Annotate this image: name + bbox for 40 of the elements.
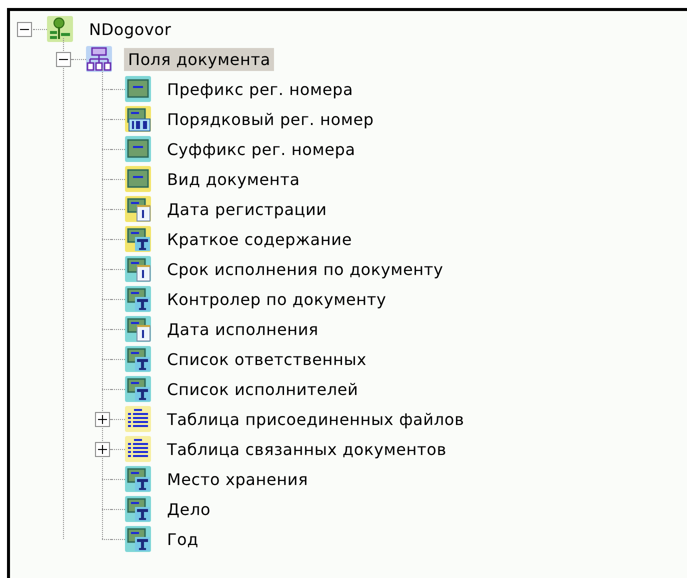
tree-item[interactable]: Краткое содержание xyxy=(163,228,356,250)
collapse-button[interactable] xyxy=(56,52,71,66)
hierarchy-icon xyxy=(86,46,112,72)
text-field-icon xyxy=(125,376,151,402)
collapse-button[interactable] xyxy=(17,22,32,36)
tree-item[interactable]: Дата исполнения xyxy=(163,318,322,340)
tree-item[interactable]: Поля документа xyxy=(124,48,274,70)
tree-item[interactable]: Таблица присоединенных файлов xyxy=(163,408,468,430)
number-field-icon xyxy=(125,106,151,132)
text-field-icon xyxy=(125,466,151,492)
tree-item[interactable]: NDogovor xyxy=(85,18,176,40)
table-icon xyxy=(125,406,151,432)
tree-item[interactable]: Дело xyxy=(163,498,215,520)
date-field-icon xyxy=(125,196,151,222)
tree-item[interactable]: Суффикс рег. номера xyxy=(163,138,360,160)
tree-item[interactable]: Место хранения xyxy=(163,468,312,490)
text-field-icon xyxy=(125,526,151,552)
tree-item[interactable]: Год xyxy=(163,528,203,550)
field-icon xyxy=(125,166,151,192)
field-icon xyxy=(125,136,151,162)
text-field-icon xyxy=(125,346,151,372)
tree-item[interactable]: Список ответственных xyxy=(163,348,370,370)
date-field-icon xyxy=(125,316,151,342)
expand-button[interactable] xyxy=(95,412,110,426)
tree-item[interactable]: Вид документа xyxy=(163,168,304,190)
tree-item[interactable]: Срок исполнения по документу xyxy=(163,258,448,280)
tree-item[interactable]: Таблица связанных документов xyxy=(163,438,450,460)
date-field-icon xyxy=(125,256,151,282)
tree-item[interactable]: Префикс рег. номера xyxy=(163,78,358,100)
field-icon xyxy=(125,76,151,102)
expand-button[interactable] xyxy=(95,442,110,456)
text-field-icon xyxy=(125,496,151,522)
tree-item[interactable]: Контролер по документу xyxy=(163,288,390,310)
tree-item[interactable]: Дата регистрации xyxy=(163,198,331,220)
network-icon xyxy=(47,16,73,42)
text-field-icon xyxy=(125,226,151,252)
text-field-icon xyxy=(125,286,151,312)
tree-item[interactable]: Список исполнителей xyxy=(163,378,362,400)
tree-item[interactable]: Порядковый рег. номер xyxy=(163,108,378,130)
table-icon xyxy=(125,436,151,462)
